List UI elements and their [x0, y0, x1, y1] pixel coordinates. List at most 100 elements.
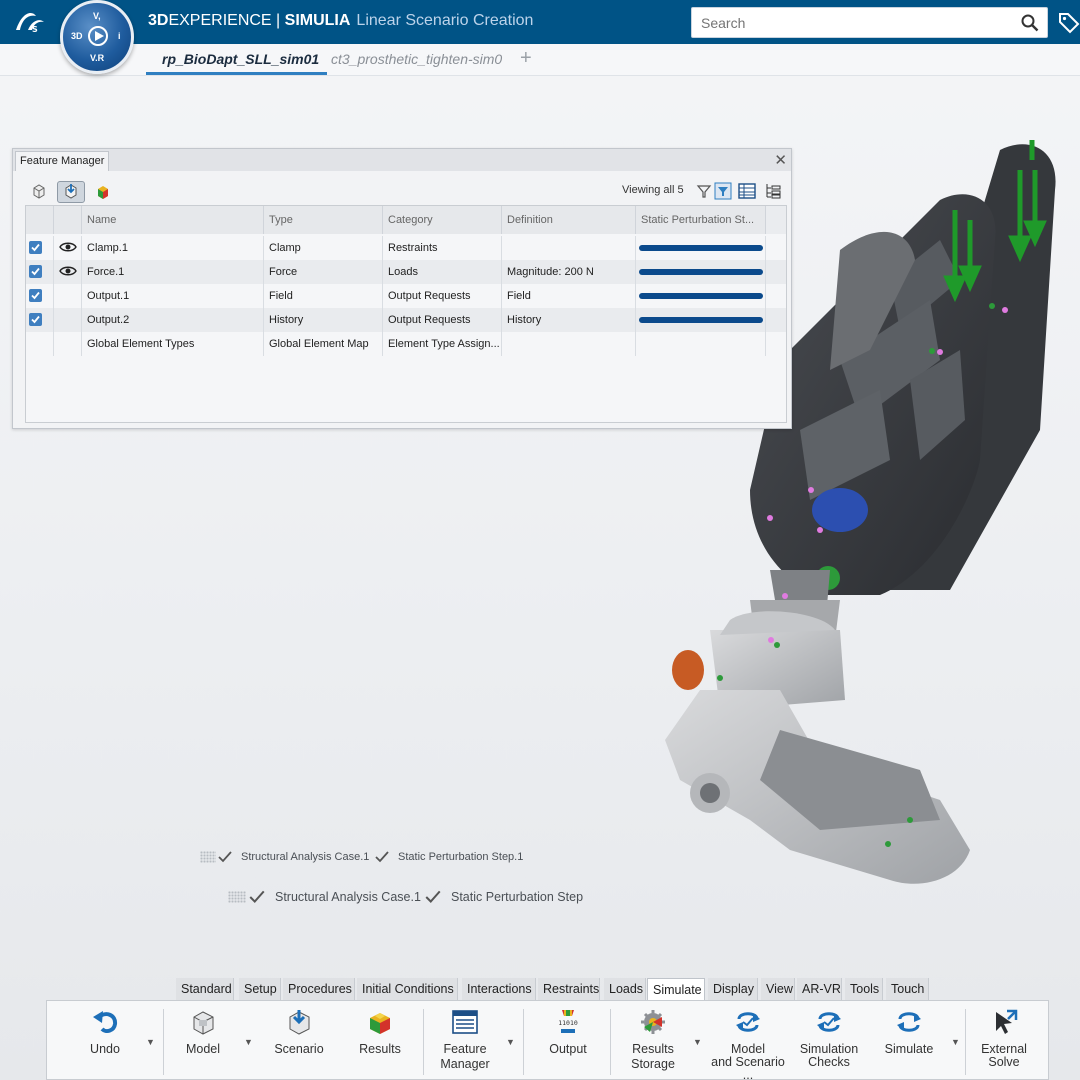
results-storage-label-1: Results: [632, 1042, 674, 1056]
search-box[interactable]: [691, 7, 1048, 38]
ribbon-tab-setup[interactable]: Setup: [239, 978, 281, 1000]
timeline-step-label[interactable]: Static Perturbation Step: [451, 890, 583, 904]
row-category: Element Type Assign...: [383, 332, 502, 356]
simulation-checks-icon: [817, 1012, 841, 1032]
scenario-filter-button[interactable]: [57, 181, 85, 203]
output-button[interactable]: 11010 Output: [539, 1001, 597, 1080]
results-filter-button[interactable]: [89, 181, 117, 203]
show-all-button[interactable]: [25, 181, 53, 203]
column-header-type[interactable]: Type: [264, 206, 383, 234]
feature-manager-dropdown-icon[interactable]: ▼: [506, 1037, 515, 1047]
filter-active-icon[interactable]: [713, 181, 733, 201]
ribbon-tab-loads[interactable]: Loads: [604, 978, 646, 1000]
tag-icon[interactable]: [1058, 10, 1080, 34]
row-checkbox[interactable]: [29, 265, 42, 278]
undo-label: Undo: [90, 1042, 120, 1056]
column-header-static-perturbation[interactable]: Static Perturbation St...: [636, 206, 766, 234]
checkmark-icon: [31, 267, 40, 276]
case-dots-icon: [228, 891, 246, 903]
feature-manager-button[interactable]: Feature Manager: [433, 1001, 497, 1080]
table-row[interactable]: Global Element Types Global Element Map …: [26, 332, 786, 356]
model-dropdown-icon[interactable]: ▼: [244, 1037, 253, 1047]
model-button[interactable]: Model: [175, 1001, 231, 1080]
search-input[interactable]: [692, 8, 992, 37]
row-checkbox[interactable]: [29, 313, 42, 326]
row-type: Clamp: [264, 236, 383, 260]
undo-dropdown-icon[interactable]: ▼: [146, 1037, 155, 1047]
ribbon-tab-standard[interactable]: Standard: [176, 978, 234, 1000]
table-view-icon[interactable]: [737, 181, 757, 201]
ribbon-tab-restraints[interactable]: Restraints: [538, 978, 600, 1000]
ribbon-separator: [965, 1009, 966, 1075]
table-row[interactable]: Output.2 History Output Requests History: [26, 308, 786, 332]
timeline-case-label[interactable]: Structural Analysis Case.1: [241, 851, 369, 863]
feature-manager-panel[interactable]: Feature Manager ✕ Viewing all 5 Name Typ…: [12, 148, 792, 429]
row-name: Output.1: [82, 284, 264, 308]
model-scenario-checks-button[interactable]: Model and Scenario ...: [709, 1001, 787, 1080]
play-icon[interactable]: [88, 26, 108, 46]
row-category: Output Requests: [383, 284, 502, 308]
tab-rp-biodapt[interactable]: rp_BioDapt_SLL_sim01: [162, 51, 319, 67]
table-row[interactable]: Clamp.1 Clamp Restraints: [26, 236, 786, 260]
table-row[interactable]: Force.1 Force Loads Magnitude: 200 N: [26, 260, 786, 284]
ribbon-separator: [163, 1009, 164, 1075]
check-icon: [375, 851, 389, 863]
ribbon-tab-initial-conditions[interactable]: Initial Conditions: [357, 978, 458, 1000]
scenario-label: Scenario: [274, 1042, 324, 1056]
results-button[interactable]: Results: [350, 1001, 410, 1080]
add-tab-button[interactable]: +: [520, 47, 532, 70]
undo-icon: [93, 1011, 118, 1034]
svg-text:11010: 11010: [558, 1019, 578, 1027]
feature-manager-label-1: Feature: [443, 1042, 487, 1056]
compass-left-label: 3D: [71, 31, 83, 41]
compass-top-label: V,: [93, 11, 101, 21]
undo-button[interactable]: Undo: [77, 1001, 133, 1080]
row-definition: History: [502, 308, 636, 332]
external-solve-button[interactable]: External Solve: [975, 1001, 1033, 1080]
ribbon-tab-tools[interactable]: Tools: [845, 978, 883, 1000]
column-header-name[interactable]: Name: [82, 206, 264, 234]
eye-icon[interactable]: [59, 264, 77, 278]
ribbon-tab-simulate[interactable]: Simulate: [647, 978, 705, 1000]
row-check-cell: [26, 236, 54, 260]
results-storage-dropdown-icon[interactable]: ▼: [693, 1037, 702, 1047]
external-solve-label-2: Solve: [988, 1055, 1020, 1069]
filter-icon[interactable]: [694, 181, 714, 201]
results-storage-button[interactable]: Results Storage: [621, 1001, 685, 1080]
compass-bottom-label: V.R: [90, 53, 105, 63]
ribbon-tab-display[interactable]: Display: [708, 978, 758, 1000]
simulate-dropdown-icon[interactable]: ▼: [951, 1037, 960, 1047]
eye-icon[interactable]: [59, 240, 77, 254]
compass-widget[interactable]: V, 3D i V.R: [60, 0, 134, 74]
timeline-step-label[interactable]: Static Perturbation Step.1: [398, 851, 523, 863]
timeline-case-label[interactable]: Structural Analysis Case.1: [275, 890, 421, 904]
row-check-cell: [26, 284, 54, 308]
model-icon: [193, 1011, 214, 1035]
ribbon-tab-view[interactable]: View: [761, 978, 795, 1000]
row-step-cell: [636, 308, 766, 332]
panel-title[interactable]: Feature Manager: [15, 151, 110, 171]
column-header-category[interactable]: Category: [383, 206, 502, 234]
feature-manager-icon: [452, 1010, 478, 1034]
simulation-checks-button[interactable]: Simulation Checks: [795, 1001, 863, 1080]
table-row[interactable]: Output.1 Field Output Requests Field: [26, 284, 786, 308]
simulate-button[interactable]: Simulate: [877, 1001, 941, 1080]
row-type: Global Element Map: [264, 332, 383, 356]
ribbon-tab-touch[interactable]: Touch: [886, 978, 929, 1000]
ribbon-tab-ar-vr[interactable]: AR-VR: [797, 978, 842, 1000]
step-progress-bar: [639, 293, 763, 299]
close-icon[interactable]: ✕: [774, 151, 787, 169]
ribbon-tab-procedures[interactable]: Procedures: [283, 978, 355, 1000]
top-bar: S 3DEXPERIENCE | SIMULIA Linear Scenario …: [0, 0, 1080, 44]
search-icon[interactable]: [1021, 14, 1039, 32]
scenario-button[interactable]: Scenario: [269, 1001, 329, 1080]
dassault-logo-icon[interactable]: S: [10, 8, 50, 36]
tree-view-icon[interactable]: [763, 181, 783, 201]
ribbon-tab-interactions[interactable]: Interactions: [462, 978, 536, 1000]
tab-ct3-prosthetic[interactable]: ct3_prosthetic_tighten-sim0: [331, 51, 509, 67]
column-header-definition[interactable]: Definition: [502, 206, 636, 234]
row-checkbox[interactable]: [29, 241, 42, 254]
row-step-cell: [636, 260, 766, 284]
viewing-count: Viewing all 5: [622, 184, 684, 196]
row-checkbox[interactable]: [29, 289, 42, 302]
